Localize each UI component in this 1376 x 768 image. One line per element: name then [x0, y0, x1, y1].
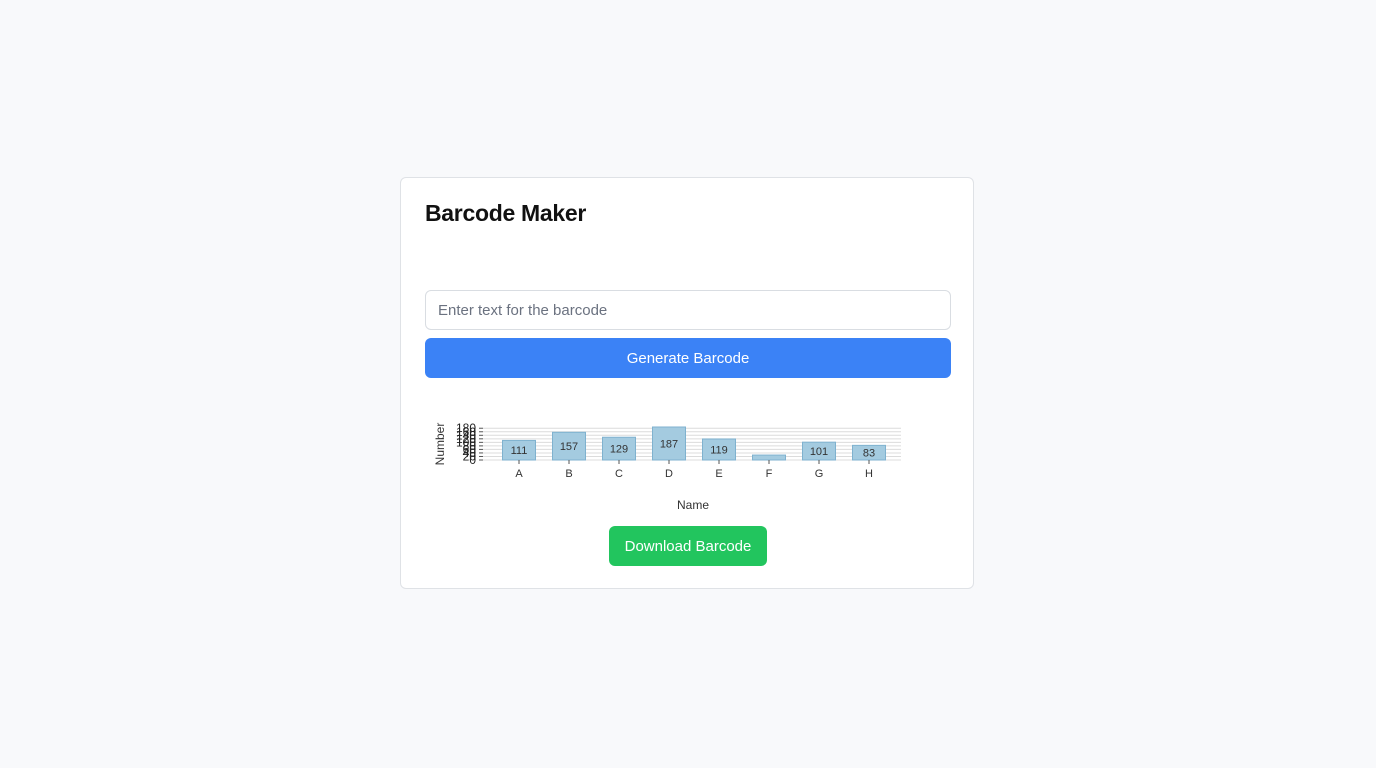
y-axis-label: Number — [433, 423, 447, 466]
bar-value-label: 187 — [660, 439, 678, 451]
barcode-text-input[interactable] — [425, 290, 951, 330]
bar-value-label: 157 — [560, 441, 578, 453]
y-tick-label: 180 — [456, 421, 476, 435]
x-tick-label: A — [515, 468, 523, 480]
bar-chart-svg: 111 157 129 187 119 101 83 0204060801001201401… — [433, 421, 901, 512]
x-tick-label: E — [715, 468, 722, 480]
x-tick-label: C — [615, 468, 623, 480]
download-barcode-button[interactable]: Download Barcode — [609, 526, 767, 566]
bar-value-label: 83 — [863, 448, 875, 460]
x-tick-label: B — [565, 468, 572, 480]
bar-value-label: 111 — [511, 445, 528, 457]
x-tick-label: D — [665, 468, 673, 480]
bar-value-label: 101 — [810, 446, 828, 458]
x-tick-label: G — [815, 468, 824, 480]
chart-y-axis: 020406080100120140160180 — [456, 421, 483, 467]
x-tick-label: F — [766, 468, 773, 480]
bar-value-label: 119 — [710, 445, 728, 457]
x-axis-label: Name — [677, 498, 709, 512]
bar-value-label: 129 — [610, 444, 628, 456]
barcode-maker-card: Barcode Maker Generate Barcode 111 157 129… — [400, 177, 974, 589]
generate-barcode-button[interactable]: Generate Barcode — [425, 338, 951, 378]
page-title: Barcode Maker — [425, 200, 587, 226]
chart-x-axis: A B C D E F G H — [515, 460, 873, 480]
x-tick-label: H — [865, 468, 873, 480]
chart-grid — [483, 427, 901, 461]
bar-chart: 111 157 129 187 119 101 83 0 20 40 60 80 100 120 140 1… — [425, 416, 951, 516]
bar-F — [752, 454, 786, 461]
